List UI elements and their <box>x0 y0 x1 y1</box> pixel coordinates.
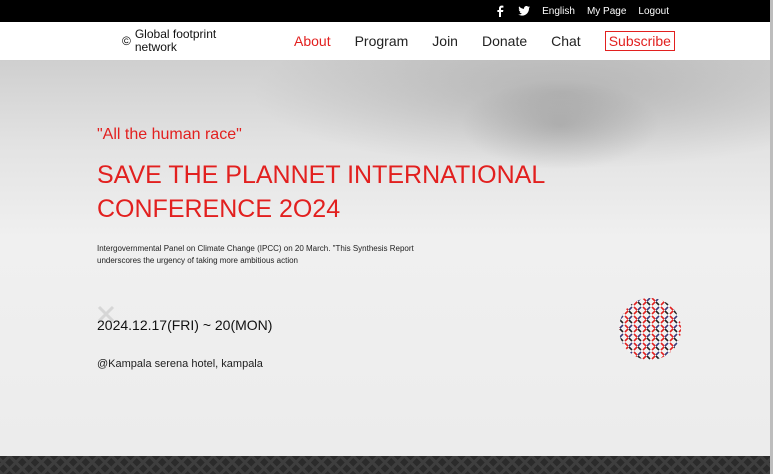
hero-title: SAVE THE PLANNET INTERNATIONAL CONFERENC… <box>97 161 545 223</box>
footer-pattern-strip <box>0 456 770 474</box>
nav-about[interactable]: About <box>294 33 331 49</box>
main-navbar: © Global footprint network About Program… <box>0 22 770 60</box>
pattern-circle-icon <box>619 298 681 360</box>
twitter-icon[interactable] <box>518 5 531 17</box>
language-link[interactable]: English <box>542 6 575 17</box>
nav-donate[interactable]: Donate <box>482 33 527 49</box>
nav-join[interactable]: Join <box>432 33 458 49</box>
logo-text: Global footprint network <box>134 27 217 54</box>
facebook-icon[interactable] <box>494 5 506 17</box>
logo-mark: © <box>122 34 131 48</box>
hero-description: Intergovernmental Panel on Climate Chang… <box>97 244 414 265</box>
top-utility-bar: English My Page Logout <box>0 0 773 22</box>
nav-chat[interactable]: Chat <box>551 33 581 49</box>
hero-banner: "All the human race" SAVE THE PLANNET IN… <box>0 60 770 456</box>
hero-quote: "All the human race" <box>97 126 242 143</box>
my-page-link[interactable]: My Page <box>587 6 626 17</box>
logout-link[interactable]: Logout <box>638 6 669 17</box>
site-logo[interactable]: © Global footprint network <box>122 28 235 54</box>
event-date: 2024.12.17(FRI) ~ 20(MON) <box>97 317 273 333</box>
nav-program[interactable]: Program <box>355 33 409 49</box>
event-venue: @Kampala serena hotel, kampala <box>97 358 263 370</box>
nav-menu: About Program Join Donate Chat Subscribe <box>294 31 675 51</box>
subscribe-button[interactable]: Subscribe <box>604 31 675 51</box>
hero-background-shadow <box>460 80 660 170</box>
